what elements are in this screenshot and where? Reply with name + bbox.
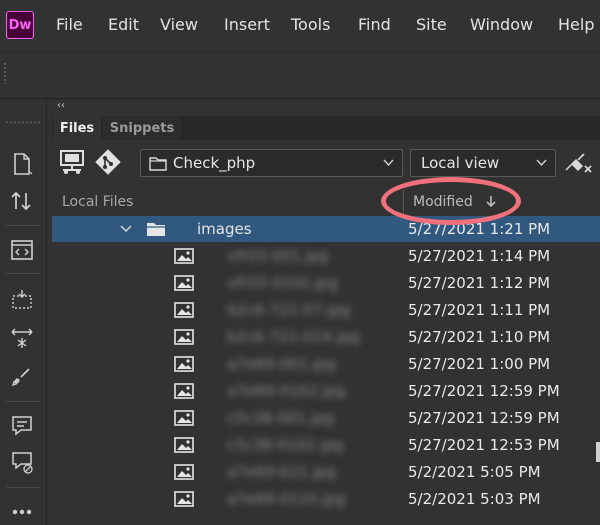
divider: [6, 273, 40, 274]
disconnect-icon[interactable]: [560, 148, 596, 178]
menu-view[interactable]: View: [160, 15, 198, 34]
chevron-down-icon: [536, 159, 547, 167]
document-toolbar: [0, 52, 600, 99]
file-row[interactable]: a7e69-0102.jpg 5/27/2021 12:59 PM: [52, 378, 600, 404]
file-modified: 5/2/2021 5:03 PM: [408, 490, 541, 508]
file-name: b2c6-721-014.jpg: [227, 328, 360, 346]
code-view-icon[interactable]: [9, 237, 35, 263]
tab-snippets[interactable]: Snippets: [103, 116, 181, 140]
image-file-icon: [174, 410, 194, 426]
image-file-icon: [174, 356, 194, 372]
file-modified: 5/27/2021 1:11 PM: [408, 301, 551, 319]
get-put-icon[interactable]: [9, 188, 35, 214]
divider: [6, 487, 40, 488]
image-file-icon: [174, 248, 194, 264]
divider: [6, 401, 40, 402]
file-name: b2c6-721-07.jpg: [227, 301, 351, 319]
toolbar-grip[interactable]: [3, 62, 7, 84]
collapse-panel-icon[interactable]: ‹‹: [57, 100, 65, 111]
brush-icon[interactable]: [9, 363, 35, 389]
file-row[interactable]: c5c38-001.jpg 5/27/2021 12:59 PM: [52, 405, 600, 431]
left-toolbar: [0, 99, 47, 525]
comment-off-icon[interactable]: [9, 449, 35, 475]
file-modified: 5/27/2021 1:14 PM: [408, 247, 551, 265]
toolbar-grip[interactable]: [5, 121, 41, 124]
menu-bar: Dw File Edit View Insert Tools Find Site…: [0, 0, 600, 52]
more-icon[interactable]: [9, 499, 35, 525]
menu-help[interactable]: Help: [558, 15, 594, 34]
view-select-value: Local view: [421, 154, 500, 172]
insert-panel-icon[interactable]: [9, 287, 35, 313]
menu-window[interactable]: Window: [470, 15, 533, 34]
file-name: c5c38-0102.jpg: [227, 436, 344, 454]
view-select[interactable]: Local view: [410, 149, 556, 177]
folder-icon: [149, 157, 167, 171]
file-row[interactable]: b2c6-721-07.jpg 5/27/2021 1:11 PM: [52, 297, 600, 323]
menu-file[interactable]: File: [56, 15, 83, 34]
file-row[interactable]: a7e69-0110.jpg 5/2/2021 5:03 PM: [52, 486, 600, 512]
file-row-images-folder[interactable]: images 5/27/2021 1:21 PM: [52, 216, 600, 242]
divider: [6, 225, 40, 226]
file-row[interactable]: b2c6-721-014.jpg 5/27/2021 1:10 PM: [52, 324, 600, 350]
new-document-icon[interactable]: [9, 151, 35, 177]
image-file-icon: [174, 302, 194, 318]
menu-tools[interactable]: Tools: [291, 15, 330, 34]
site-select-value: Check_php: [173, 154, 256, 172]
comment-icon[interactable]: [9, 413, 35, 439]
file-name: a7e69-0110.jpg: [227, 490, 346, 508]
file-row[interactable]: a7e69-001.jpg 5/27/2021 1:00 PM: [52, 351, 600, 377]
column-header-local-files[interactable]: Local Files: [62, 194, 133, 210]
annotation-circle: [381, 177, 521, 225]
file-modified: 5/27/2021 12:53 PM: [408, 436, 560, 454]
file-row[interactable]: c5c38-0102.jpg 5/27/2021 12:53 PM: [52, 432, 600, 458]
image-file-icon: [174, 464, 194, 480]
file-name: c5c38-001.jpg: [227, 409, 335, 427]
site-select[interactable]: Check_php: [140, 149, 403, 177]
menu-edit[interactable]: Edit: [108, 15, 139, 34]
tab-files[interactable]: Files: [53, 116, 101, 140]
file-name: a7e69-0102.jpg: [227, 382, 346, 400]
file-name: vfr03-0102.jpg: [227, 274, 338, 292]
file-modified: 5/2/2021 5:05 PM: [408, 463, 541, 481]
git-icon[interactable]: [94, 148, 122, 176]
file-modified: 5/27/2021 1:12 PM: [408, 274, 551, 292]
properties-icon[interactable]: [9, 325, 35, 351]
file-modified: 5/27/2021 12:59 PM: [408, 409, 560, 427]
folder-icon: [147, 223, 165, 236]
menu-insert[interactable]: Insert: [224, 15, 270, 34]
menu-find[interactable]: Find: [358, 15, 391, 34]
file-name: a7e69-b21.jpg: [227, 463, 337, 481]
file-modified: 5/27/2021 12:59 PM: [408, 382, 560, 400]
image-file-icon: [174, 329, 194, 345]
image-file-icon: [174, 437, 194, 453]
chevron-down-icon: [383, 159, 394, 167]
connect-to-server-icon[interactable]: [57, 148, 87, 176]
file-row[interactable]: vfr03-0102.jpg 5/27/2021 1:12 PM: [52, 270, 600, 296]
menu-site[interactable]: Site: [416, 15, 447, 34]
scrollbar[interactable]: [596, 442, 600, 462]
chevron-down-icon[interactable]: [120, 225, 132, 233]
app-logo: Dw: [6, 11, 34, 39]
file-row[interactable]: a7e69-b21.jpg 5/2/2021 5:05 PM: [52, 459, 600, 485]
file-name: images: [197, 220, 252, 238]
file-name: vfr03-001.jpg: [227, 247, 329, 265]
divider: [0, 98, 600, 99]
file-row[interactable]: vfr03-001.jpg 5/27/2021 1:14 PM: [52, 243, 600, 269]
file-name: a7e69-001.jpg: [227, 355, 337, 373]
file-modified: 5/27/2021 1:10 PM: [408, 328, 551, 346]
image-file-icon: [174, 275, 194, 291]
image-file-icon: [174, 383, 194, 399]
file-modified: 5/27/2021 1:00 PM: [408, 355, 551, 373]
image-file-icon: [174, 491, 194, 507]
